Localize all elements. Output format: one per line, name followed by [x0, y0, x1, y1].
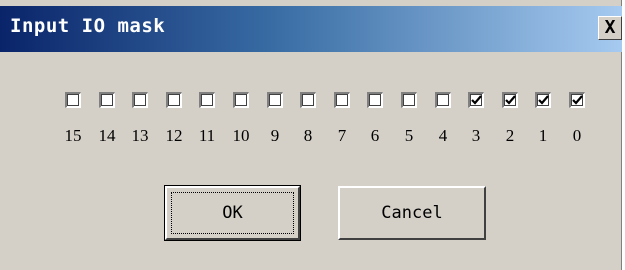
bit-checkbox[interactable] [502, 92, 518, 108]
bit-5: 5 [396, 92, 426, 162]
bit-8: 8 [295, 92, 325, 162]
bit-label: 8 [303, 126, 313, 145]
bit-14: 14 [94, 92, 124, 162]
input-io-mask-dialog: Input IO mask X 15 14 13 12 11 10 9 8 7 6 5 4 3 2 1 0 O… [0, 0, 622, 270]
bit-12: 12 [161, 92, 191, 162]
cancel-button-label: Cancel [381, 203, 443, 223]
bit-checkbox[interactable] [65, 92, 81, 108]
bit-10: 10 [228, 92, 258, 162]
bit-label: 11 [198, 126, 216, 145]
bit-4: 4 [430, 92, 460, 162]
title-bar: Input IO mask X [0, 6, 622, 52]
bit-checkbox[interactable] [535, 92, 551, 108]
ok-button-label: OK [222, 203, 243, 223]
bit-label: 4 [438, 126, 448, 145]
bit-label: 14 [98, 126, 116, 145]
bit-checkbox[interactable] [334, 92, 350, 108]
close-button[interactable]: X [598, 16, 622, 40]
bit-label: 12 [165, 126, 183, 145]
bit-label: 0 [572, 126, 582, 145]
checkmark-icon [538, 95, 549, 105]
bit-checkbox[interactable] [569, 92, 585, 108]
bit-13: 13 [127, 92, 157, 162]
bit-7: 7 [329, 92, 359, 162]
cancel-button[interactable]: Cancel [338, 186, 486, 240]
bit-0: 0 [564, 92, 594, 162]
bit-15: 15 [60, 92, 90, 162]
bit-6: 6 [362, 92, 392, 162]
bit-label: 5 [404, 126, 414, 145]
bit-checkbox[interactable] [132, 92, 148, 108]
bit-checkbox[interactable] [367, 92, 383, 108]
checkmark-icon [471, 95, 482, 105]
bit-mask-group: 15 14 13 12 11 10 9 8 7 6 5 4 3 2 1 0 [0, 92, 622, 162]
ok-button[interactable]: OK [164, 185, 301, 241]
close-icon: X [604, 17, 616, 38]
bit-checkbox[interactable] [267, 92, 283, 108]
bit-checkbox[interactable] [468, 92, 484, 108]
bit-label: 10 [232, 126, 250, 145]
bit-label: 1 [538, 126, 548, 145]
bit-checkbox[interactable] [199, 92, 215, 108]
bit-checkbox[interactable] [401, 92, 417, 108]
bit-label: 3 [471, 126, 481, 145]
bit-3: 3 [463, 92, 493, 162]
bit-checkbox[interactable] [99, 92, 115, 108]
bit-label: 9 [270, 126, 280, 145]
bit-1: 1 [530, 92, 560, 162]
bit-label: 7 [337, 126, 347, 145]
checkmark-icon [505, 95, 516, 105]
bit-label: 15 [64, 126, 82, 145]
dialog-title: Input IO mask [10, 15, 166, 37]
bit-9: 9 [262, 92, 292, 162]
bit-2: 2 [497, 92, 527, 162]
bit-label: 2 [505, 126, 515, 145]
bit-checkbox[interactable] [300, 92, 316, 108]
bit-label: 6 [370, 126, 380, 145]
checkmark-icon [572, 95, 583, 105]
bit-checkbox[interactable] [166, 92, 182, 108]
bit-checkbox[interactable] [435, 92, 451, 108]
bit-11: 11 [194, 92, 224, 162]
bit-checkbox[interactable] [233, 92, 249, 108]
bit-label: 13 [131, 126, 149, 145]
